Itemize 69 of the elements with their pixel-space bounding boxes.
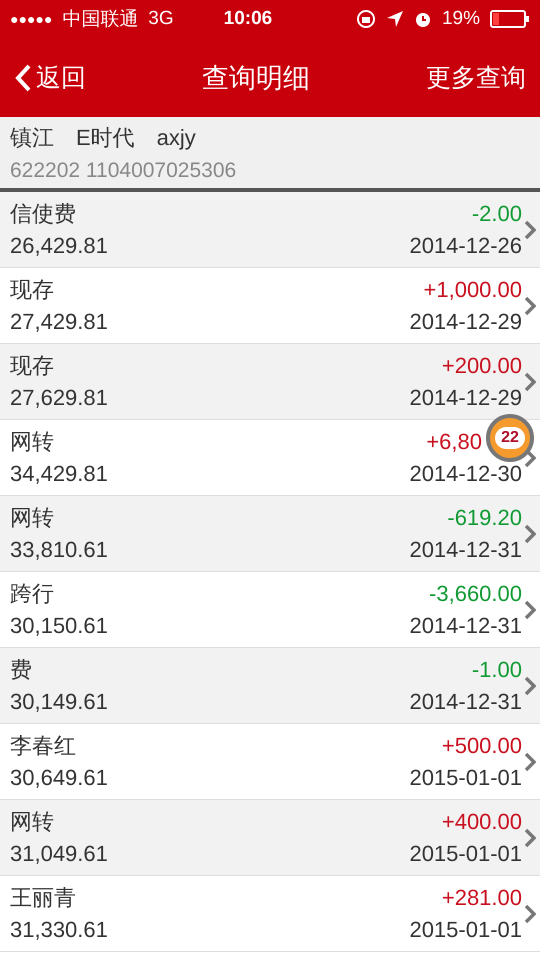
clock-time: 10:06	[224, 8, 272, 30]
balance-amount: 31,330.61	[10, 916, 108, 942]
balance-amount: 30,649.61	[10, 764, 108, 790]
account-name: 镇江 E时代 axjy	[10, 124, 197, 152]
transaction-description: 跨行	[10, 580, 54, 606]
transaction-date: 2014-12-31	[409, 612, 522, 638]
transaction-date: 2014-12-29	[409, 384, 522, 410]
back-button[interactable]: 返回	[14, 61, 86, 94]
transaction-row[interactable]: 网转 33,810.61 -619.20 2014-12-31	[0, 496, 540, 572]
balance-amount: 33,810.61	[10, 536, 108, 562]
battery-icon	[490, 10, 530, 28]
transaction-amount: +500.00	[442, 732, 522, 758]
more-query-button[interactable]: 更多查询	[426, 61, 526, 94]
transaction-row[interactable]: 现存 27,629.81 +200.00 2014-12-29	[0, 344, 540, 420]
chevron-icon	[524, 904, 536, 924]
transaction-row[interactable]: 费 30,149.61 -1.00 2014-12-31	[0, 648, 540, 724]
transaction-amount: -1.00	[472, 656, 522, 682]
chevron-icon	[524, 524, 536, 544]
balance-amount: 27,629.81	[10, 384, 108, 410]
rotation-lock-icon	[356, 9, 376, 29]
transaction-description: 网转	[10, 808, 54, 834]
transaction-description: 网转	[10, 428, 54, 454]
transaction-description: 费	[10, 656, 32, 682]
chevron-icon	[524, 676, 536, 696]
transaction-row[interactable]: 信使费 26,429.81 -2.00 2014-12-26	[0, 192, 540, 268]
chevron-icon	[524, 600, 536, 620]
location-arrow-icon	[386, 10, 404, 28]
transaction-amount: -3,660.00	[429, 580, 522, 606]
transaction-description: 王丽青	[10, 884, 76, 910]
transaction-date: 2014-12-29	[409, 308, 522, 334]
alarm-clock-icon	[414, 10, 432, 28]
signal-dots: ●●●●●	[10, 11, 52, 27]
chevron-icon	[524, 296, 536, 316]
transaction-description: 现存	[10, 352, 54, 378]
account-number: 622202 1104007025306	[10, 159, 238, 183]
transaction-date: 2015-01-01	[409, 764, 522, 790]
transaction-row[interactable]: 网转 31,049.61 +400.00 2015-01-01	[0, 800, 540, 876]
balance-amount: 30,150.61	[10, 612, 108, 638]
transaction-amount: +200.00	[442, 352, 522, 378]
transaction-date: 2015-01-01	[409, 916, 522, 942]
transaction-amount: +1,000.00	[424, 276, 522, 302]
chevron-icon	[524, 752, 536, 772]
balance-amount: 31,049.61	[10, 840, 108, 866]
balance-amount: 26,429.81	[10, 232, 108, 258]
chevron-icon	[524, 220, 536, 240]
battery-percent: 19%	[442, 8, 480, 30]
balance-amount: 34,429.81	[10, 460, 108, 486]
transaction-description: 信使费	[10, 200, 76, 226]
chevron-icon	[524, 372, 536, 392]
transaction-amount: +6,80	[426, 428, 482, 454]
chevron-icon	[524, 828, 536, 848]
carrier-name: 中国联通	[62, 8, 138, 32]
transaction-date: 2014-12-31	[409, 688, 522, 714]
transaction-description: 现存	[10, 276, 54, 302]
network-type: 3G	[148, 8, 174, 30]
transaction-date: 2014-12-26	[409, 232, 522, 258]
transaction-amount: +281.00	[442, 884, 522, 910]
transaction-amount: -2.00	[472, 200, 522, 226]
transaction-amount: +400.00	[442, 808, 522, 834]
balance-amount: 27,429.81	[10, 308, 108, 334]
transaction-date: 2015-01-01	[409, 840, 522, 866]
transaction-date: 2014-12-30	[409, 460, 522, 486]
transaction-description: 李春红	[10, 732, 76, 758]
chevron-left-icon	[14, 62, 32, 92]
transaction-description: 网转	[10, 504, 54, 530]
transaction-amount: -619.20	[447, 504, 522, 530]
transaction-date: 2014-12-31	[409, 536, 522, 562]
page-title: 查询明细	[202, 62, 310, 94]
balance-amount: 30,149.61	[10, 688, 108, 714]
